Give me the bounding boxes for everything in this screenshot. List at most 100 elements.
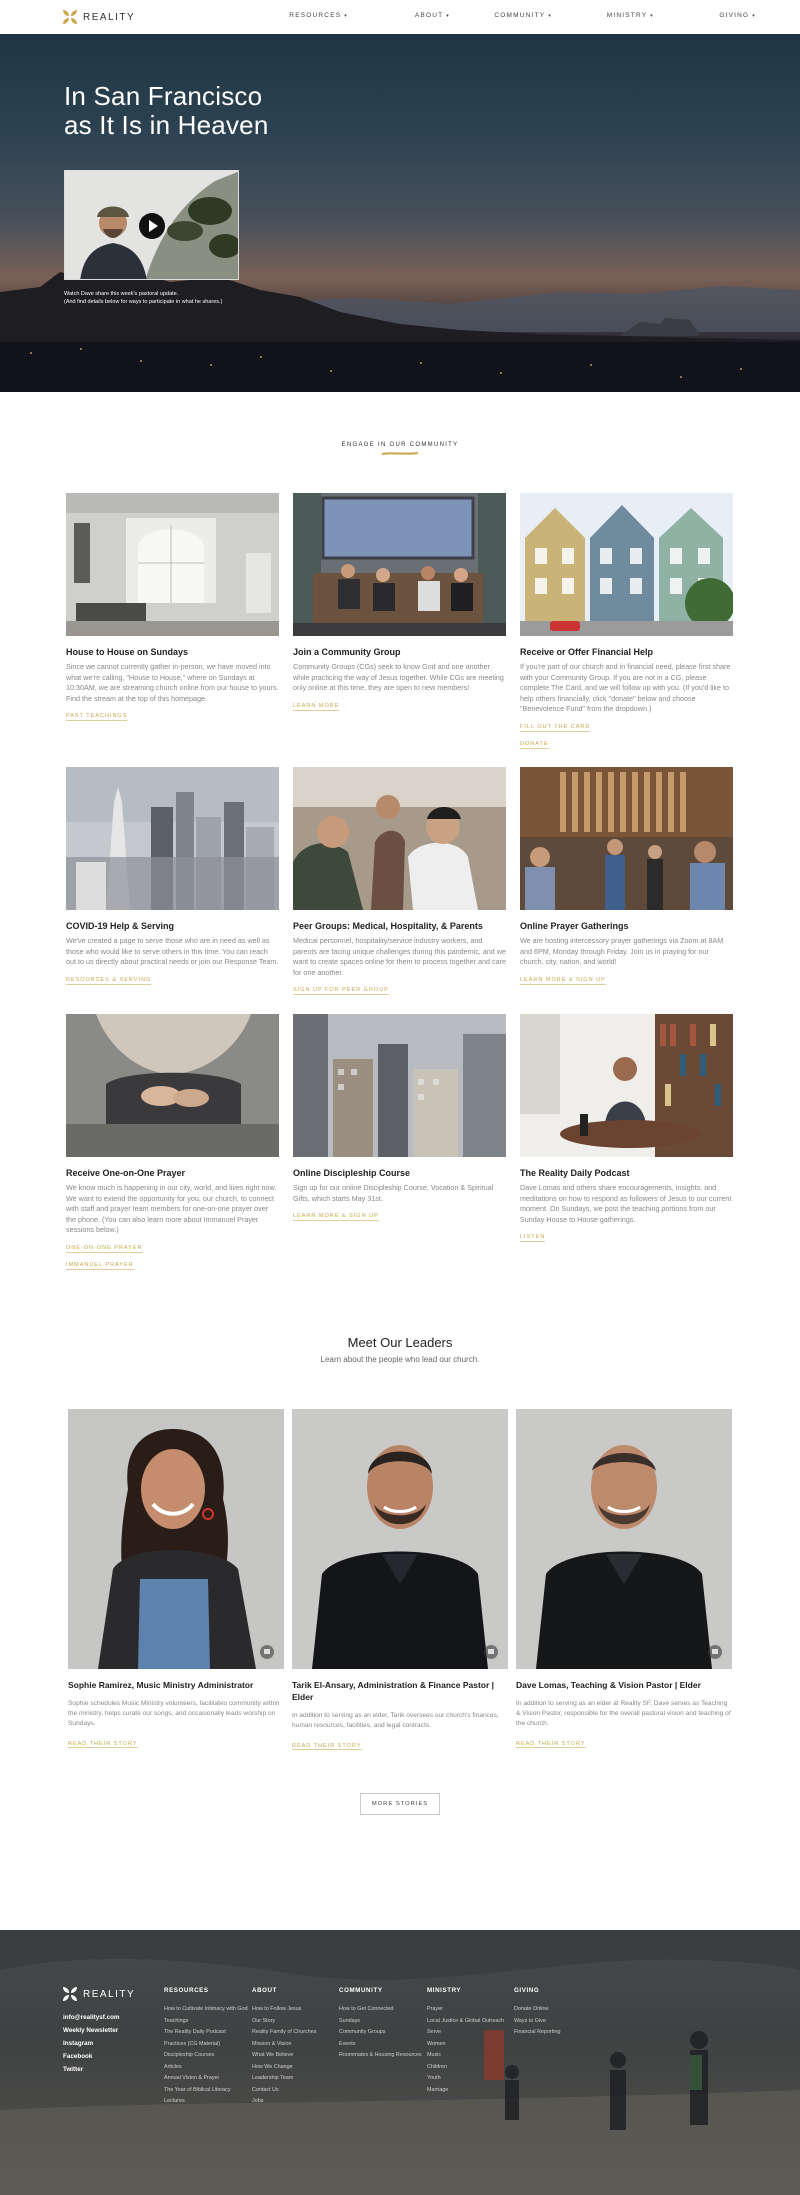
footer-link[interactable]: How to Get Connected xyxy=(339,2004,424,2016)
footer-link[interactable]: How to Cultivate Intimacy with God xyxy=(164,2004,249,2016)
footer-link[interactable]: Mission & Vision xyxy=(252,2039,337,2051)
hero-banner: In San Francisco as It Is in Heaven Watch… xyxy=(0,34,800,392)
footer-link[interactable]: Financial Reporting xyxy=(514,2027,599,2039)
footer-twitter-link[interactable]: Twitter xyxy=(63,2063,120,2076)
site-logo[interactable]: REALITY xyxy=(63,10,135,24)
footer-facebook-link[interactable]: Facebook xyxy=(63,2050,120,2063)
footer-link[interactable]: How to Follow Jesus xyxy=(252,2004,337,2016)
leader-photo[interactable] xyxy=(68,1409,284,1669)
footer-link[interactable]: Donate Online xyxy=(514,2004,599,2016)
read-story-icon[interactable] xyxy=(484,1645,498,1659)
read-story-link[interactable]: READ THEIR STORY xyxy=(516,1741,586,1748)
card-prayer-gatherings: Online Prayer Gatherings We are hosting … xyxy=(520,767,733,986)
card-financial-help: Receive or Offer Financial Help If you'r… xyxy=(520,493,733,749)
footer-link[interactable]: Contact Us xyxy=(252,2085,337,2097)
footer-link[interactable]: How We Change xyxy=(252,2062,337,2074)
footer-link[interactable]: Practices (CG Material) xyxy=(164,2039,249,2051)
footer-link[interactable]: Community Groups xyxy=(339,2027,424,2039)
footer-link[interactable]: Sundays xyxy=(339,2016,424,2028)
donate-link[interactable]: DONATE xyxy=(520,741,549,749)
gold-brush-underline xyxy=(381,452,419,455)
nav-resources[interactable]: RESOURCES ▾ xyxy=(246,12,348,19)
hero-caption: Watch Dave share this week's pastoral up… xyxy=(64,291,223,305)
leader-bio: Sophie schedules Music Ministry voluntee… xyxy=(68,1700,280,1727)
read-story-link[interactable]: READ THEIR STORY xyxy=(68,1741,138,1748)
footer-link[interactable]: Reality Family of Churches xyxy=(252,2027,337,2039)
footer-link[interactable]: Children xyxy=(427,2062,512,2074)
engage-section-label: ENGAGE IN OUR COMMUNITY xyxy=(341,442,459,448)
footer-col-resources: RESOURCES How to Cultivate Intimacy with… xyxy=(164,1987,249,2108)
footer-link[interactable]: Ways to Give xyxy=(514,2016,599,2028)
nav-community[interactable]: COMMUNITY ▾ xyxy=(450,12,552,19)
footer-link[interactable]: What We Believe xyxy=(252,2050,337,2062)
card-text: We know much is happening in our city, w… xyxy=(66,1183,277,1234)
past-teachings-link[interactable]: PAST TEACHINGS xyxy=(66,713,128,721)
site-footer: REALITY info@realitysf.com Weekly Newsle… xyxy=(0,1930,800,2195)
footer-link[interactable]: Discipleship Courses xyxy=(164,2050,249,2062)
card-peer-groups: Peer Groups: Medical, Hospitality, & Par… xyxy=(293,767,506,996)
footer-link[interactable]: Roommates & Housing Resources xyxy=(339,2050,424,2062)
footer-link[interactable]: Lectures xyxy=(164,2096,249,2108)
card-title: Online Prayer Gatherings xyxy=(520,921,629,931)
podcast-listen-link[interactable]: LISTEN xyxy=(520,1234,546,1242)
footer-link[interactable]: Leadership Team xyxy=(252,2073,337,2085)
card-title: Join a Community Group xyxy=(293,647,401,657)
discipleship-signup-link[interactable]: LEARN MORE & SIGN UP xyxy=(293,1213,379,1221)
more-stories-button[interactable]: MORE STORIES xyxy=(360,1793,440,1815)
footer-link[interactable]: Our Story xyxy=(252,2016,337,2028)
footer-col-about: ABOUT How to Follow Jesus Our Story Real… xyxy=(252,1987,337,2108)
card-image xyxy=(66,493,279,636)
immanuel-prayer-link[interactable]: IMMANUEL PRAYER xyxy=(66,1262,134,1270)
prayer-signup-link[interactable]: LEARN MORE & SIGN UP xyxy=(520,977,606,985)
footer-link[interactable]: Annual Vision & Prayer xyxy=(164,2073,249,2085)
card-title: Online Discipleship Course xyxy=(293,1168,411,1178)
footer-link[interactable]: Youth xyxy=(427,2073,512,2085)
footer-link[interactable]: Local Justice & Global Outreach xyxy=(427,2016,512,2028)
footer-link[interactable]: Marriage xyxy=(427,2085,512,2097)
footer-col-title: ABOUT xyxy=(252,1987,277,1994)
footer-col-title: RESOURCES xyxy=(164,1987,209,1994)
footer-link[interactable]: Articles xyxy=(164,2062,249,2074)
footer-link[interactable]: Music xyxy=(427,2050,512,2062)
nav-about[interactable]: ABOUT ▾ xyxy=(348,12,450,19)
one-on-one-prayer-link[interactable]: ONE-ON-ONE PRAYER xyxy=(66,1245,143,1253)
community-learn-more-link[interactable]: LEARN MORE xyxy=(293,703,340,711)
resources-serving-link[interactable]: RESOURCES & SERVING xyxy=(66,977,152,985)
read-story-link[interactable]: READ THEIR STORY xyxy=(292,1743,362,1750)
card-image xyxy=(293,493,506,636)
read-story-icon[interactable] xyxy=(260,1645,274,1659)
leader-photo[interactable] xyxy=(292,1409,508,1669)
hero-video-player[interactable] xyxy=(64,170,239,280)
play-icon[interactable] xyxy=(139,213,165,239)
peer-group-signup-link[interactable]: SIGN UP FOR PEER GROUP xyxy=(293,987,389,995)
nav-ministry[interactable]: MINISTRY ▾ xyxy=(552,12,654,19)
leader-name: Dave Lomas, Teaching & Vision Pastor | E… xyxy=(516,1680,701,1690)
card-text: Dave Lomas and others share encouragemen… xyxy=(520,1183,732,1224)
footer-col-giving: GIVING Donate Online Ways to Give Financ… xyxy=(514,1987,599,2039)
footer-email-link[interactable]: info@realitysf.com xyxy=(63,2011,120,2024)
footer-link[interactable]: The Reality Daily Podcast xyxy=(164,2027,249,2039)
footer-link[interactable]: The Year of Biblical Literacy xyxy=(164,2085,249,2097)
card-image xyxy=(293,1014,506,1157)
card-title: Receive One-on-One Prayer xyxy=(66,1168,186,1178)
footer-logo[interactable]: REALITY xyxy=(63,1987,135,2001)
card-text: Community Groups (CGs) seek to know God … xyxy=(293,662,504,692)
nav-giving[interactable]: GIVING ▾ xyxy=(654,12,756,19)
leaders-subtitle: Learn about the people who lead our chur… xyxy=(320,1355,480,1364)
footer-link[interactable]: Prayer xyxy=(427,2004,512,2016)
footer-link[interactable]: Teachings xyxy=(164,2016,249,2028)
footer-newsletter-link[interactable]: Weekly Newsletter xyxy=(63,2024,120,2037)
footer-link[interactable]: Serve xyxy=(427,2027,512,2039)
logo-mark-icon xyxy=(63,1987,77,2001)
card-house-to-house: House to House on Sundays Since we canno… xyxy=(66,493,279,722)
fill-out-card-link[interactable]: FILL OUT THE CARD xyxy=(520,724,591,732)
footer-link[interactable]: Jobs xyxy=(252,2096,337,2108)
footer-col-community: COMMUNITY How to Get Connected Sundays C… xyxy=(339,1987,424,2062)
footer-link[interactable]: Women xyxy=(427,2039,512,2051)
leader-dave: Dave Lomas, Teaching & Vision Pastor | E… xyxy=(516,1409,732,1750)
footer-instagram-link[interactable]: Instagram xyxy=(63,2037,120,2050)
footer-link[interactable]: Events xyxy=(339,2039,424,2051)
read-story-icon[interactable] xyxy=(708,1645,722,1659)
card-image xyxy=(293,767,506,910)
leader-photo[interactable] xyxy=(516,1409,732,1669)
